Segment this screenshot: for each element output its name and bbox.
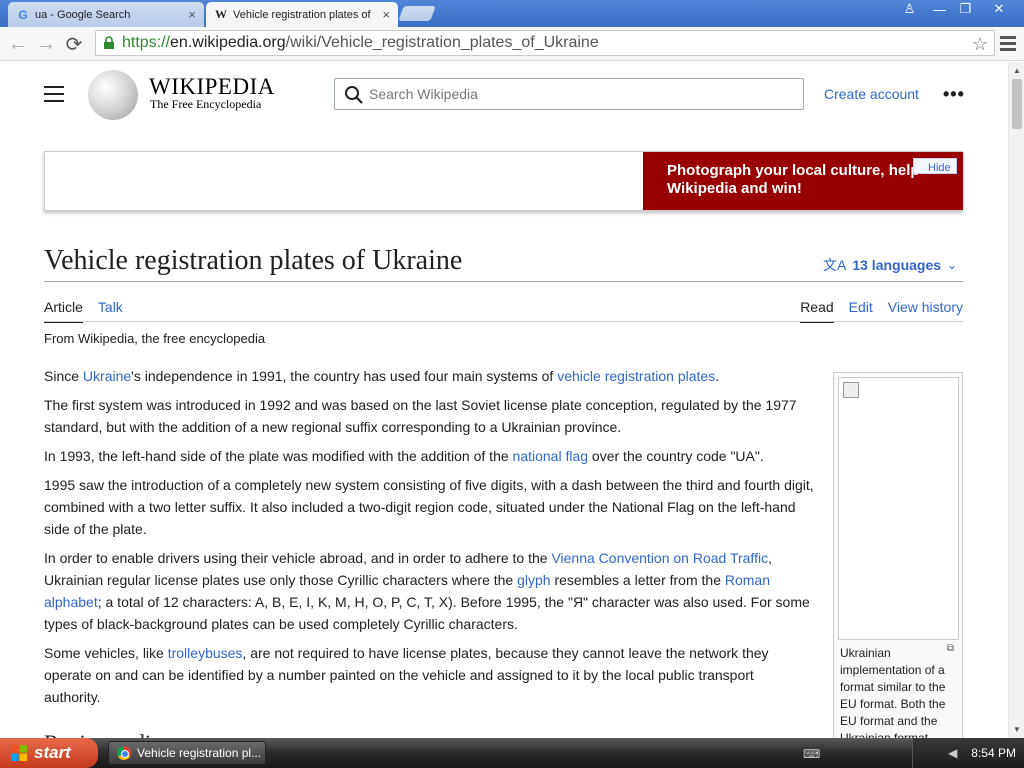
windows-flag-icon: [11, 745, 27, 761]
tab-view-history[interactable]: View history: [888, 299, 963, 321]
new-tab-button[interactable]: [398, 6, 436, 21]
tab-talk[interactable]: Talk: [98, 299, 123, 321]
page-title: Vehicle registration plates of Ukraine: [44, 245, 463, 276]
forward-button[interactable]: →: [34, 32, 58, 56]
link-vehicle-registration-plates[interactable]: vehicle registration plates: [557, 368, 715, 384]
namespace-tabs: Article Talk: [44, 299, 138, 323]
main-menu-icon[interactable]: [44, 86, 64, 104]
language-selector[interactable]: 文A 13 languages ⌄: [823, 255, 957, 275]
search-box[interactable]: [334, 78, 804, 110]
tab-article[interactable]: Article: [44, 299, 83, 323]
restore-button[interactable]: ❐: [952, 0, 979, 18]
chrome-icon: [117, 746, 131, 760]
chevron-down-icon: ⌄: [947, 258, 958, 272]
tabs-divider: [44, 321, 963, 322]
speaker-icon[interactable]: ◀: [948, 746, 957, 760]
close-tab-icon[interactable]: ×: [382, 7, 390, 22]
paragraph: Some vehicles, like trolleybuses, are no…: [44, 645, 769, 705]
infobox: ⧉ Ukrainian implementation of a format s…: [833, 372, 963, 738]
link-national-flag[interactable]: national flag: [513, 448, 589, 464]
section-heading: Region coding: [44, 730, 173, 738]
tab-read[interactable]: Read: [800, 299, 834, 323]
scrollbar-thumb[interactable]: [1012, 79, 1022, 129]
paragraph: The first system was introduced in 1992 …: [44, 397, 797, 435]
system-tray: ⌨ ◀ 8:54 PM: [803, 738, 1024, 768]
chrome-menu-icon[interactable]: [1000, 34, 1016, 52]
user-icon[interactable]: ♙: [896, 0, 923, 18]
url-text: https://en.wikipedia.org/wiki/Vehicle_re…: [122, 34, 599, 51]
title-divider: [44, 281, 963, 282]
bookmark-star-icon[interactable]: ☆: [972, 34, 988, 55]
tab-google-search[interactable]: G ua - Google Search ×: [8, 2, 204, 27]
close-window-button[interactable]: ✕: [983, 0, 1015, 18]
windows-taskbar: start Vehicle registration pl... ⌨ ◀ 8:5…: [0, 738, 1024, 768]
hide-banner-button[interactable]: Hide: [913, 158, 957, 174]
google-favicon-icon: G: [18, 7, 28, 22]
taskbar-item-chrome[interactable]: Vehicle registration pl...: [108, 741, 266, 765]
tab-edit[interactable]: Edit: [849, 299, 873, 321]
tab-title: ua - Google Search: [35, 8, 131, 21]
link-vienna-convention[interactable]: Vienna Convention on Road Traffic: [551, 550, 768, 566]
banner-message[interactable]: Photograph your local culture, help Wiki…: [643, 152, 963, 210]
lock-icon: [104, 36, 114, 49]
wikipedia-globe-logo[interactable]: [88, 70, 138, 120]
back-button[interactable]: ←: [6, 32, 30, 56]
article-body: Since Ukraine's independence in 1991, th…: [44, 365, 814, 715]
link-ukraine[interactable]: Ukraine: [83, 368, 131, 384]
infobox-caption: Ukrainian implementation of a format sim…: [840, 646, 946, 738]
tab-title: Vehicle registration plates of: [233, 8, 371, 21]
minimize-button[interactable]: —: [926, 0, 953, 18]
paragraph: 1995 saw the introduction of a completel…: [44, 477, 814, 537]
tab-strip: G ua - Google Search × W Vehicle registr…: [0, 0, 1024, 27]
paragraph: In order to enable drivers using their v…: [44, 550, 810, 632]
search-icon: [345, 86, 363, 104]
clock[interactable]: 8:54 PM: [971, 746, 1016, 760]
search-input[interactable]: [369, 86, 789, 102]
wikipedia-favicon-icon: W: [215, 7, 227, 21]
scroll-up-icon[interactable]: ▲: [1013, 66, 1021, 75]
keyboard-icon[interactable]: ⌨: [803, 747, 820, 761]
link-trolleybuses[interactable]: trolleybuses: [168, 645, 243, 661]
link-glyph[interactable]: glyph: [517, 572, 550, 588]
scroll-down-icon[interactable]: ▼: [1013, 725, 1021, 734]
web-page: WIKIPEDIA The Free Encyclopedia Create a…: [0, 62, 1008, 738]
plate-image[interactable]: [838, 377, 959, 640]
browser-toolbar: ← → ⟳ https://en.wikipedia.org/wiki/Vehi…: [0, 27, 1024, 61]
address-bar[interactable]: https://en.wikipedia.org/wiki/Vehicle_re…: [95, 30, 995, 56]
reload-button[interactable]: ⟳: [62, 32, 86, 56]
paragraph: Since Ukraine's independence in 1991, th…: [44, 368, 720, 384]
broken-image-icon: [843, 382, 859, 398]
campaign-banner: Photograph your local culture, help Wiki…: [44, 151, 963, 211]
translate-icon: 文A: [823, 257, 847, 273]
wikipedia-tagline: The Free Encyclopedia: [150, 97, 262, 111]
create-account-link[interactable]: Create account: [824, 86, 919, 102]
tab-wikipedia[interactable]: W Vehicle registration plates of ×: [206, 2, 398, 27]
more-options-icon[interactable]: •••: [943, 84, 965, 105]
paragraph: In 1993, the left-hand side of the plate…: [44, 448, 764, 464]
site-sub: From Wikipedia, the free encyclopedia: [44, 331, 266, 346]
close-tab-icon[interactable]: ×: [188, 7, 196, 22]
page-scrollbar[interactable]: ▲ ▼: [1008, 62, 1024, 738]
view-tabs: Read Edit View history: [785, 299, 963, 323]
start-button[interactable]: start: [0, 738, 98, 768]
